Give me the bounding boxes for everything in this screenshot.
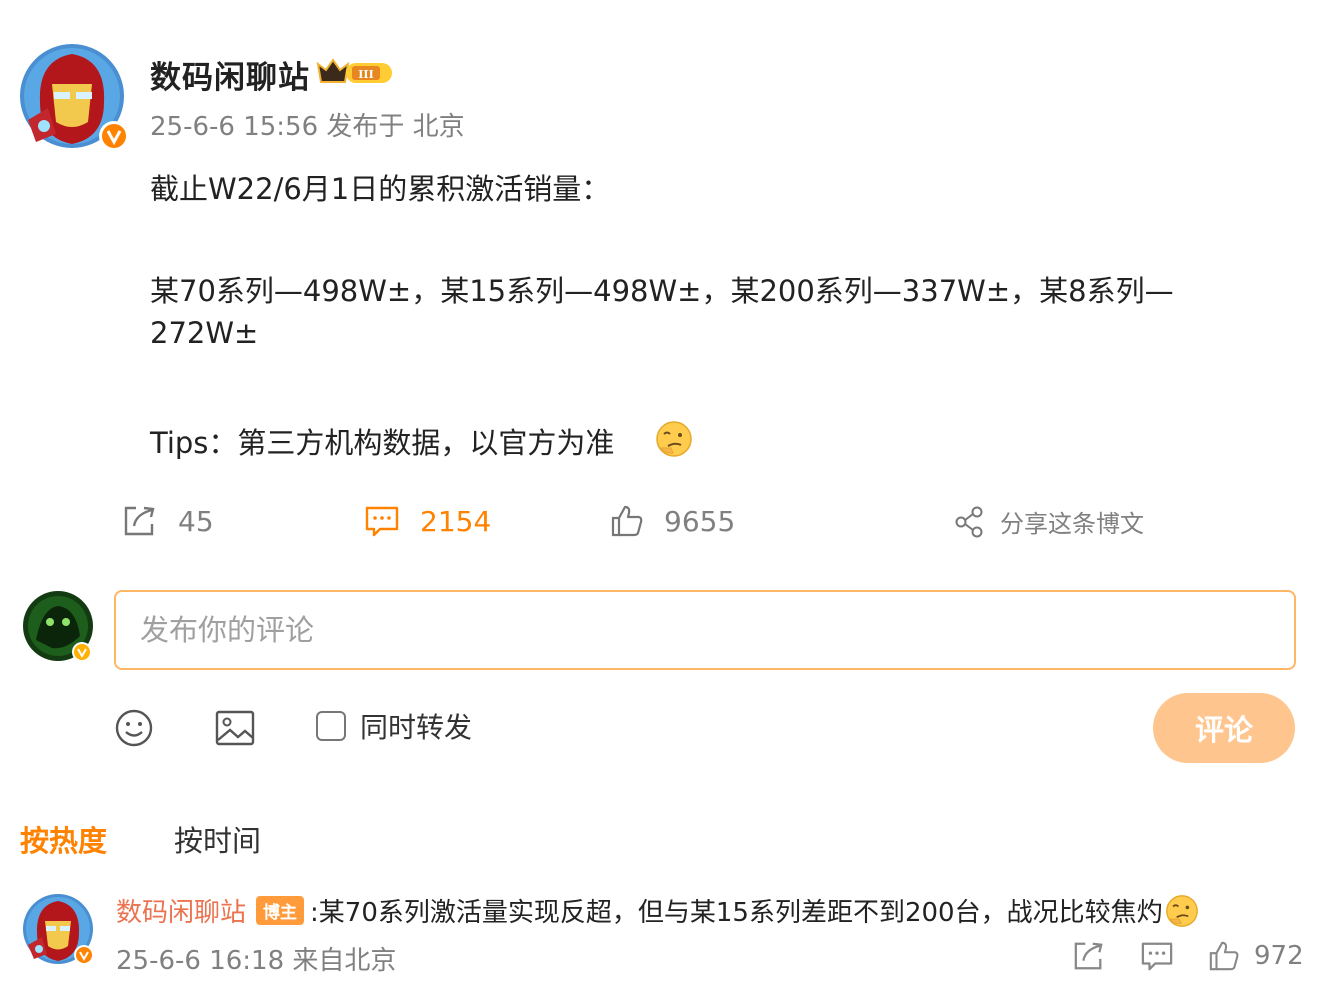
comment-icon — [365, 506, 399, 537]
like-button[interactable]: 9655 — [610, 504, 735, 538]
reply-like-button[interactable]: 972 — [1208, 940, 1304, 972]
author-name[interactable]: 数码闲聊站 — [150, 52, 310, 97]
repost-count: 45 — [178, 504, 214, 538]
post-text-line: Tips：第三方机构数据，以官方为准 — [150, 426, 615, 460]
thumbs-up-icon — [1209, 941, 1239, 971]
image-upload-icon[interactable] — [214, 708, 256, 752]
repost-checkbox-label: 同时转发 — [360, 711, 473, 744]
emoji-picker-icon[interactable] — [114, 708, 154, 752]
submit-comment-button[interactable]: 评论 — [1153, 693, 1295, 763]
current-user-avatar — [22, 590, 94, 662]
post-text-line: 截止W22/6月1日的累积激活销量： — [150, 172, 611, 206]
comment-icon — [1141, 942, 1173, 971]
thinking-emoji-icon — [1165, 894, 1198, 927]
reply-like-count: 972 — [1254, 941, 1304, 971]
share-label: 分享这条博文 — [1000, 510, 1144, 538]
repost-simultaneously-toggle[interactable]: 同时转发 — [316, 706, 472, 746]
reply-author-avatar[interactable] — [22, 893, 94, 965]
author-avatar[interactable] — [18, 42, 129, 152]
repost-button[interactable]: 45 — [122, 504, 214, 538]
reply-content-line: 数码闲聊站 博主 :某70系列激活量实现反超，但与某15系列差距不到200台，战… — [116, 892, 1199, 929]
comment-count: 2154 — [420, 504, 492, 538]
like-count: 9655 — [664, 504, 736, 538]
post-timestamp-location: 25-6-6 15:56 发布于 北京 — [150, 112, 465, 142]
reply-timestamp-location: 25-6-6 16:18 来自北京 — [116, 946, 397, 976]
comment-input[interactable] — [114, 590, 1296, 670]
comment-button[interactable]: 2154 — [364, 504, 491, 538]
repost-checkbox[interactable] — [316, 711, 346, 741]
svg-text:III: III — [358, 68, 373, 81]
tab-sort-by-hot[interactable]: 按热度 — [20, 818, 107, 860]
reply-repost-button[interactable] — [1072, 940, 1106, 972]
thumbs-up-icon — [611, 505, 643, 537]
post-text-line: 272W± — [150, 316, 259, 350]
crown-level-badge-icon: III — [316, 56, 398, 92]
reply-text: :某70系列激活量实现反超，但与某15系列差距不到200台，战况比较焦灼 — [310, 898, 1163, 928]
repost-icon — [1074, 942, 1103, 970]
repost-icon — [124, 506, 155, 536]
share-button[interactable]: 分享这条博文 — [954, 504, 1144, 539]
reply-author-name[interactable]: 数码闲聊站 — [116, 892, 246, 929]
reply-comment-button[interactable] — [1140, 940, 1174, 972]
post-text-line: 某70系列—498W±，某15系列—498W±，某200系列—337W±，某8系… — [150, 274, 1174, 308]
thinking-emoji-icon — [655, 420, 693, 462]
share-icon — [955, 506, 983, 537]
tab-sort-by-time[interactable]: 按时间 — [174, 818, 261, 860]
blogger-badge: 博主 — [256, 896, 305, 925]
